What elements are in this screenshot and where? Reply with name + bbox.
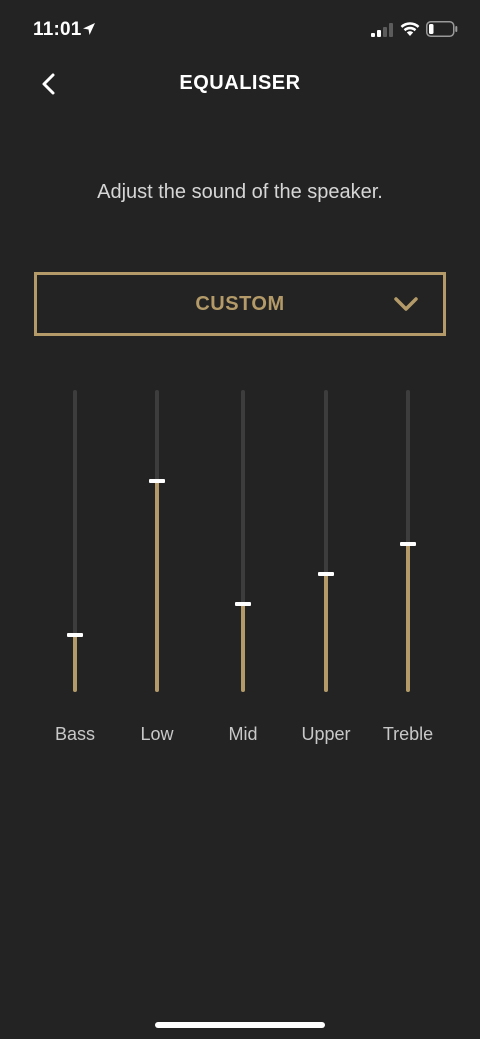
eq-band-treble: Treble bbox=[368, 390, 448, 750]
slider-thumb[interactable] bbox=[235, 602, 251, 606]
chevron-down-icon bbox=[394, 297, 418, 311]
home-indicator[interactable] bbox=[155, 1022, 325, 1028]
slider-thumb[interactable] bbox=[149, 479, 165, 483]
band-label-bass: Bass bbox=[54, 724, 96, 744]
preset-dropdown[interactable]: CUSTOM bbox=[34, 272, 446, 336]
band-label-low: Low bbox=[140, 724, 174, 744]
eq-band-upper: Upper bbox=[286, 390, 366, 750]
slider-fill bbox=[155, 481, 159, 692]
mid-slider[interactable] bbox=[235, 390, 251, 692]
band-label-mid: Mid bbox=[228, 724, 258, 744]
band-label-upper: Upper bbox=[301, 724, 351, 744]
slider-fill bbox=[406, 544, 410, 692]
treble-slider[interactable] bbox=[400, 390, 416, 692]
equaliser-screen: 11:01 EQUALISER Adjust the sound of the … bbox=[0, 0, 480, 1039]
location-arrow-icon bbox=[83, 23, 95, 35]
status-bar: 11:01 bbox=[0, 0, 480, 60]
subtitle-text: Adjust the sound of the speaker. bbox=[97, 181, 383, 203]
low-slider[interactable] bbox=[149, 390, 165, 692]
eq-band-mid: Mid bbox=[203, 390, 283, 750]
slider-thumb[interactable] bbox=[400, 542, 416, 546]
page-title: EQUALISER bbox=[179, 72, 301, 94]
slider-thumb[interactable] bbox=[67, 633, 83, 637]
bass-slider[interactable] bbox=[67, 390, 83, 692]
status-time: 11:01 bbox=[33, 19, 82, 40]
slider-thumb[interactable] bbox=[318, 572, 334, 576]
eq-band-low: Low bbox=[117, 390, 197, 750]
slider-fill bbox=[73, 635, 77, 692]
band-label-treble: Treble bbox=[382, 724, 434, 744]
preset-selected-value: CUSTOM bbox=[195, 293, 285, 315]
slider-fill bbox=[241, 604, 245, 692]
wifi-icon bbox=[400, 22, 420, 36]
upper-slider[interactable] bbox=[318, 390, 334, 692]
slider-fill bbox=[324, 574, 328, 692]
eq-band-bass: Bass bbox=[35, 390, 115, 750]
cellular-signal-icon bbox=[371, 23, 393, 37]
battery-icon bbox=[426, 21, 458, 37]
